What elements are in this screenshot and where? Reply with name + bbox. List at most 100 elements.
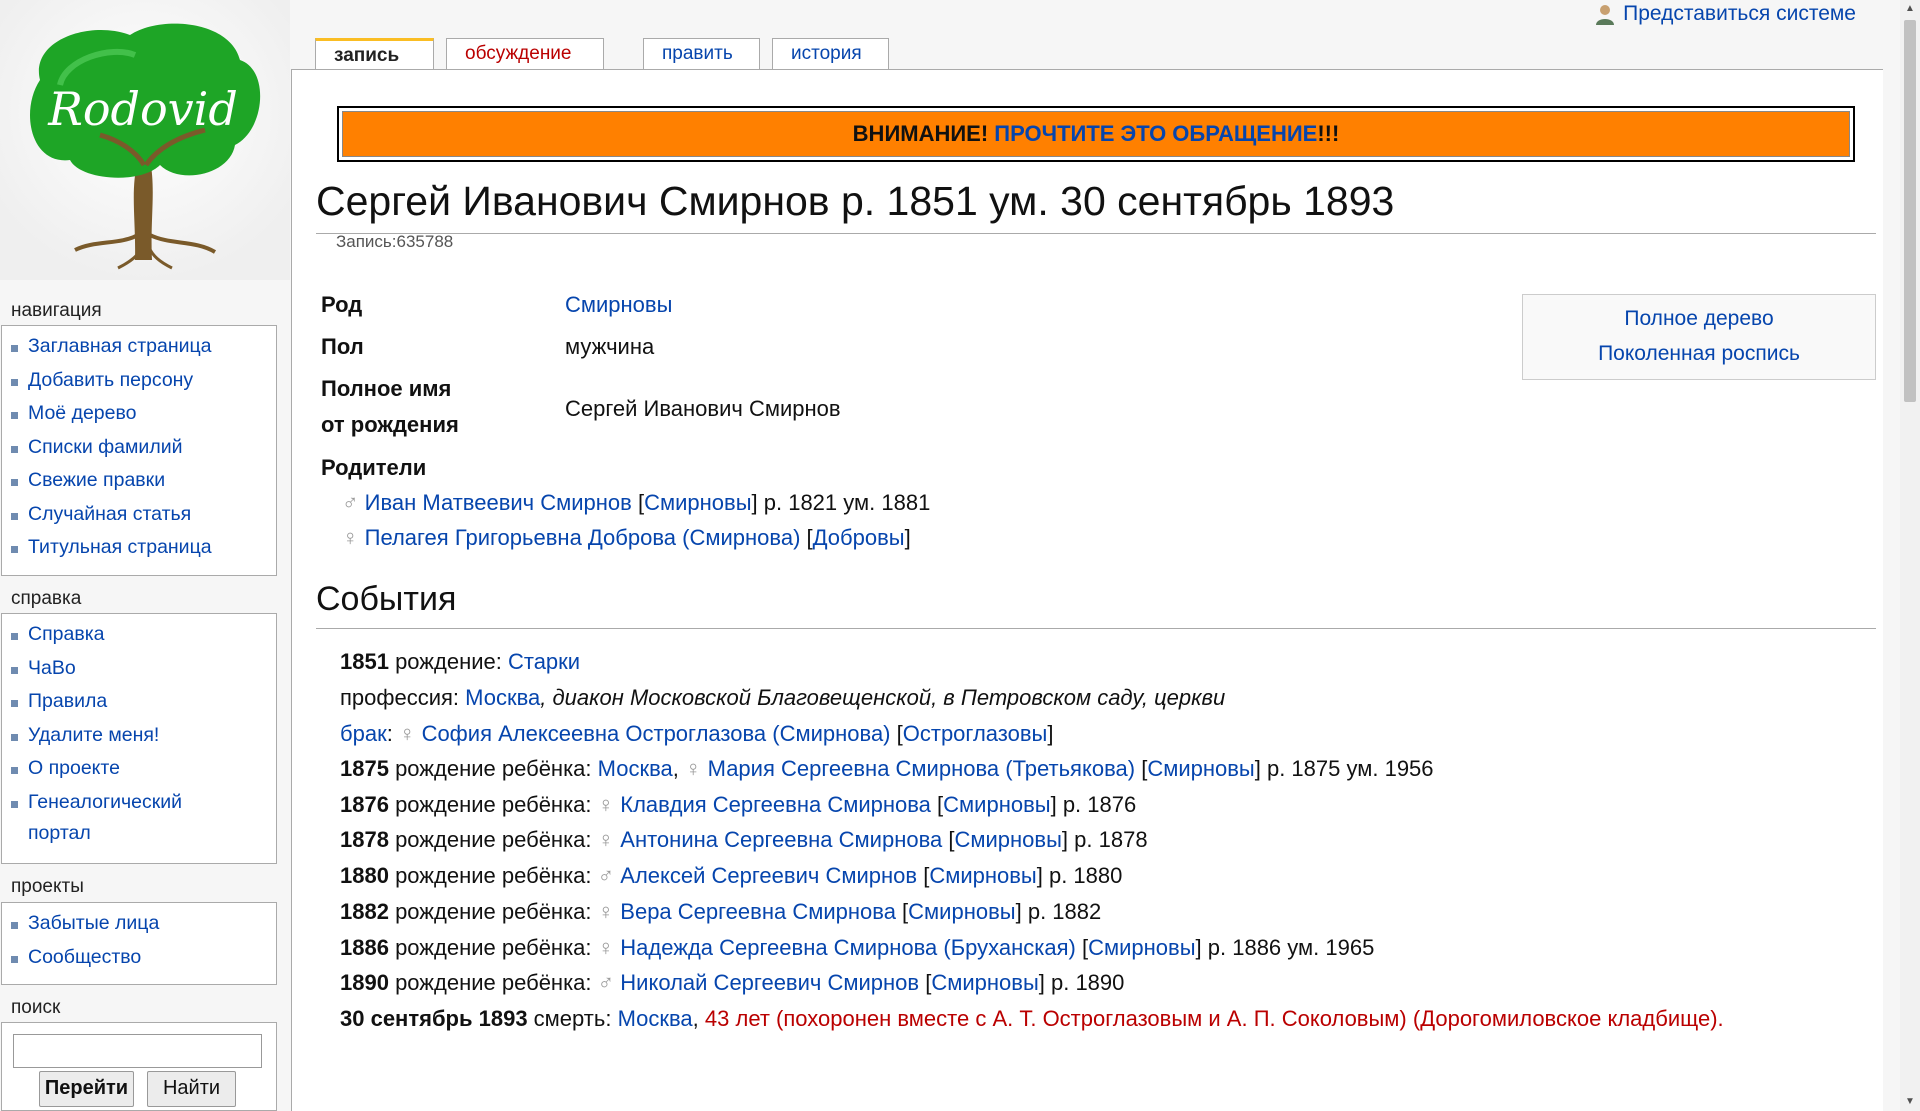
child-link[interactable]: Мария Сергеевна Смирнова (Третьякова) (708, 756, 1135, 781)
female-icon: ♀ (597, 935, 615, 960)
sidebar-item-add-person[interactable]: Добавить персону (11, 364, 276, 398)
child-link[interactable]: Николай Сергеевич Смирнов (620, 970, 919, 995)
sidebar-item-title-page[interactable]: Титульная страница (11, 531, 276, 565)
sidebar-item-surname-lists[interactable]: Списки фамилий (11, 431, 276, 465)
event-child: 1882 рождение ребёнка: ♀ Вера Сергеевна … (340, 899, 1102, 924)
child-rod-link[interactable]: Смирновы (1147, 756, 1254, 781)
female-icon: ♀ (597, 792, 615, 817)
gender-value: мужчина (565, 334, 655, 359)
marriage-link[interactable]: брак (340, 721, 387, 746)
spouse-rod-link[interactable]: Остроглазовы (903, 721, 1048, 746)
generations-link[interactable]: Поколенная роспись (1598, 342, 1800, 365)
sidebar-item-recent-changes[interactable]: Свежие правки (11, 464, 276, 498)
female-icon: ♀ (398, 721, 416, 746)
sidebar-item-rules[interactable]: Правила (11, 685, 276, 719)
scroll-up-icon[interactable]: ▲ (1900, 0, 1920, 18)
sidebar-item-genealogy-portal[interactable]: Генеалогический (11, 786, 276, 820)
search-input[interactable] (13, 1034, 262, 1068)
event-year: 1876 (340, 792, 389, 817)
sidebar-item-faq[interactable]: ЧаВо (11, 652, 276, 686)
event-child: 1890 рождение ребёнка: ♂ Николай Сергеев… (340, 970, 1125, 995)
child-link[interactable]: Надежда Сергеевна Смирнова (Бруханская) (620, 935, 1076, 960)
death-note-link[interactable]: 43 лет (похоронен вместе с А. Т. Острогл… (705, 1006, 1724, 1031)
tab-record[interactable]: запись (315, 38, 434, 72)
place-link[interactable]: Москва (465, 685, 540, 710)
tab-history[interactable]: история (772, 38, 889, 70)
login-link[interactable]: Представиться системе (1623, 2, 1856, 26)
male-icon: ♂ (597, 863, 615, 888)
parent-mother: ♀ Пелагея Григорьевна Доброва (Смирнова)… (342, 525, 911, 550)
child-rod-link[interactable]: Смирновы (908, 899, 1015, 924)
sidebar-item-delete-me[interactable]: Удалите меня! (11, 719, 276, 753)
sidebar-item-genealogy-portal-cont[interactable]: портал (28, 817, 276, 851)
event-type: рождение ребёнка: (388, 756, 598, 781)
banner-prefix: ВНИМАНИЕ! (852, 121, 995, 146)
child-link[interactable]: Алексей Сергеевич Смирнов (620, 863, 917, 888)
tree-links-box: Полное дерево Поколенная роспись (1522, 294, 1876, 380)
child-rod-link[interactable]: Смирновы (931, 970, 1038, 995)
scrollbar-thumb[interactable] (1904, 20, 1916, 402)
sidebar-item-community[interactable]: Сообщество (11, 941, 276, 975)
event-type: рождение: (388, 649, 508, 674)
full-tree-link[interactable]: Полное дерево (1624, 307, 1773, 330)
child-rod-link[interactable]: Смирновы (943, 792, 1050, 817)
scroll-down-icon[interactable]: ▼ (1900, 1093, 1920, 1111)
event-type: рождение ребёнка: (388, 899, 598, 924)
sidebar-item-forgotten-faces[interactable]: Забытые лица (11, 907, 276, 941)
event-note: , диакон Московской Благовещенской, в Пе… (540, 685, 1226, 710)
sidebar-item-random-article[interactable]: Случайная статья (11, 498, 276, 532)
banner-appeal-link[interactable]: ПРОЧТИТЕ ЭТО ОБРАЩЕНИЕ (994, 121, 1317, 146)
mother-rod-link[interactable]: Добровы (813, 525, 905, 550)
place-link[interactable]: Москва (618, 1006, 693, 1031)
child-rod-link[interactable]: Смирновы (929, 863, 1036, 888)
fullname-label-2: от рождения (321, 412, 459, 437)
child-dates: р. 1880 (1042, 863, 1123, 888)
child-dates: р. 1878 (1068, 827, 1148, 852)
sidebar-item-my-tree[interactable]: Моё дерево (11, 397, 276, 431)
go-button[interactable]: Перейти (39, 1071, 134, 1107)
find-button[interactable]: Найти (147, 1071, 236, 1107)
child-link[interactable]: Антонина Сергеевна Смирнова (620, 827, 942, 852)
tab-edit[interactable]: править (643, 38, 760, 70)
mother-link[interactable]: Пелагея Григорьевна Доброва (Смирнова) (365, 525, 801, 550)
event-marriage: брак: ♀ София Алексеевна Остроглазова (С… (340, 721, 1054, 746)
child-dates: р. 1876 (1056, 792, 1137, 817)
nav-portlet: Заглавная страница Добавить персону Моё … (1, 325, 277, 576)
child-dates: р. 1886 ум. 1965 (1201, 935, 1375, 960)
child-link[interactable]: Вера Сергеевна Смирнова (620, 899, 896, 924)
fullname-value: Сергей Иванович Смирнов (565, 396, 841, 421)
nav-title: навигация (11, 300, 102, 321)
vertical-scrollbar[interactable]: ▲ ▼ (1900, 0, 1920, 1111)
banner-suffix: !!! (1317, 121, 1340, 146)
rodovid-logo[interactable]: Rodovid (0, 0, 290, 280)
place-link[interactable]: Старки (508, 649, 580, 674)
page-title: Сергей Иванович Смирнов р. 1851 ум. 30 с… (316, 173, 1876, 234)
father-rod-link[interactable]: Смирновы (644, 490, 751, 515)
child-link[interactable]: Клавдия Сергеевна Смирнова (620, 792, 931, 817)
help-title: справка (11, 588, 82, 609)
place-link[interactable]: Москва (598, 756, 673, 781)
female-icon: ♀ (597, 899, 615, 924)
sidebar-item-about[interactable]: О проекте (11, 752, 276, 786)
event-birth: 1851 рождение: Старки (340, 649, 580, 675)
spouse-link[interactable]: София Алексеевна Остроглазова (Смирнова) (422, 721, 891, 746)
female-icon: ♀ (685, 756, 702, 781)
child-rod-link[interactable]: Смирновы (955, 827, 1062, 852)
father-link[interactable]: Иван Матвеевич Смирнов (365, 490, 632, 515)
child-rod-link[interactable]: Смирновы (1088, 935, 1195, 960)
event-type: рождение ребёнка: (388, 935, 598, 960)
projects-title: проекты (11, 876, 84, 897)
sidebar-item-help[interactable]: Справка (11, 618, 276, 652)
attention-banner: ВНИМАНИЕ! ПРОЧТИТЕ ЭТО ОБРАЩЕНИЕ!!! (337, 106, 1855, 162)
separator: : (386, 721, 399, 746)
event-child: 1876 рождение ребёнка: ♀ Клавдия Сергеев… (340, 792, 1137, 817)
gender-label: Пол (321, 334, 364, 359)
event-year: 1890 (340, 970, 389, 995)
event-type: профессия: (340, 685, 466, 710)
rod-link[interactable]: Смирновы (565, 292, 672, 318)
sidebar-item-main-page[interactable]: Заглавная страница (11, 330, 276, 364)
tab-discussion[interactable]: обсуждение (446, 38, 604, 70)
personal-tools: Представиться системе (1595, 2, 1856, 26)
event-child: 1875 рождение ребёнка: Москва, ♀ Мария С… (340, 756, 1434, 781)
father-dates: р. 1821 ум. 1881 (757, 490, 931, 515)
